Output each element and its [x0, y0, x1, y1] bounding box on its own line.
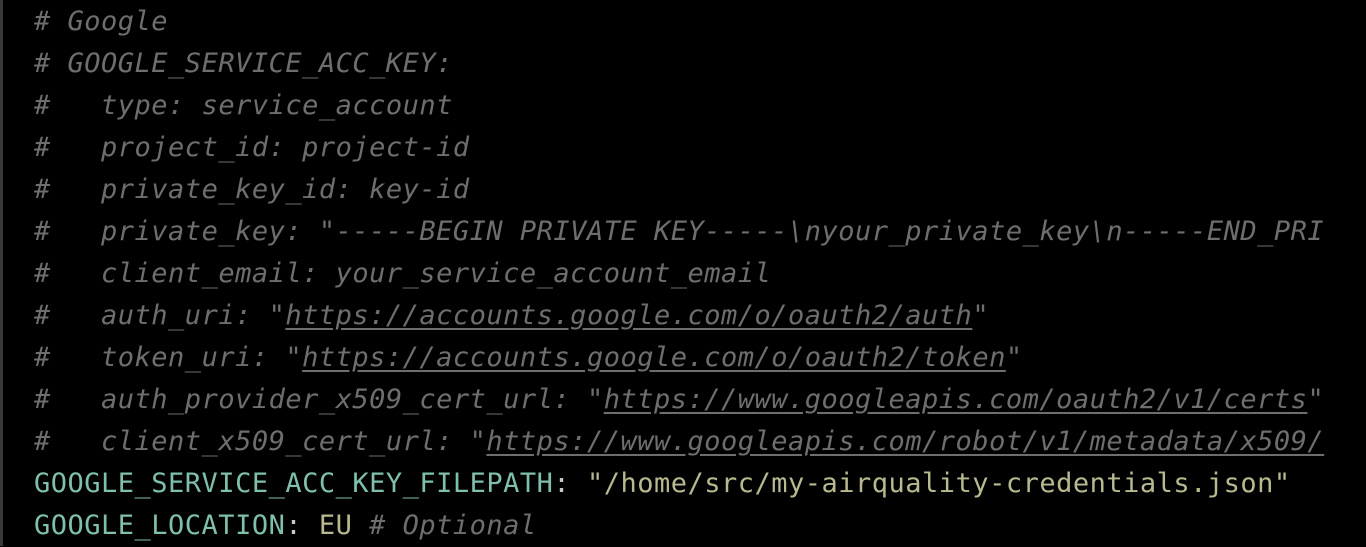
- filepath-key: GOOGLE_SERVICE_ACC_KEY_FILEPATH: [34, 468, 554, 499]
- comment-line-private-key: # private_key: "-----BEGIN PRIVATE KEY--…: [34, 216, 1325, 247]
- filepath-value: "/home/src/my-airquality-credentials.jso…: [586, 468, 1291, 499]
- comment-line-google: # Google: [34, 6, 169, 37]
- comment-line-private-key-id: # private_key_id: key-id: [34, 174, 470, 205]
- filepath-config-line: GOOGLE_SERVICE_ACC_KEY_FILEPATH: "/home/…: [34, 468, 1291, 499]
- auth-uri-link[interactable]: https://accounts.google.com/o/oauth2/aut…: [285, 300, 972, 331]
- location-value: EU: [318, 510, 353, 541]
- comment-line-token-uri: # token_uri: "https://accounts.google.co…: [34, 342, 1023, 373]
- client-cert-link[interactable]: https://www.googleapis.com/robot/v1/meta…: [486, 426, 1324, 457]
- comment-line-client-cert-url: # client_x509_cert_url: "https://www.goo…: [34, 426, 1325, 457]
- location-key: GOOGLE_LOCATION: [34, 510, 286, 541]
- comment-line-auth-uri: # auth_uri: "https://accounts.google.com…: [34, 300, 990, 331]
- editor-gutter: [0, 0, 3, 546]
- comment-line-service-acc-key: # GOOGLE_SERVICE_ACC_KEY:: [34, 48, 453, 79]
- auth-provider-cert-link[interactable]: https://www.googleapis.com/oauth2/v1/cer…: [604, 384, 1308, 415]
- optional-comment: # Optional: [352, 510, 537, 541]
- comment-line-type: # type: service_account: [34, 90, 453, 121]
- comment-line-client-email: # client_email: your_service_account_ema…: [34, 258, 772, 289]
- code-editor[interactable]: # Google # GOOGLE_SERVICE_ACC_KEY: # typ…: [34, 1, 1366, 547]
- location-config-line: GOOGLE_LOCATION: EU # Optional: [34, 510, 537, 541]
- comment-line-project-id: # project_id: project-id: [34, 132, 470, 163]
- token-uri-link[interactable]: https://accounts.google.com/o/oauth2/tok…: [302, 342, 1006, 373]
- comment-line-auth-provider-cert-url: # auth_provider_x509_cert_url: "https://…: [34, 384, 1325, 415]
